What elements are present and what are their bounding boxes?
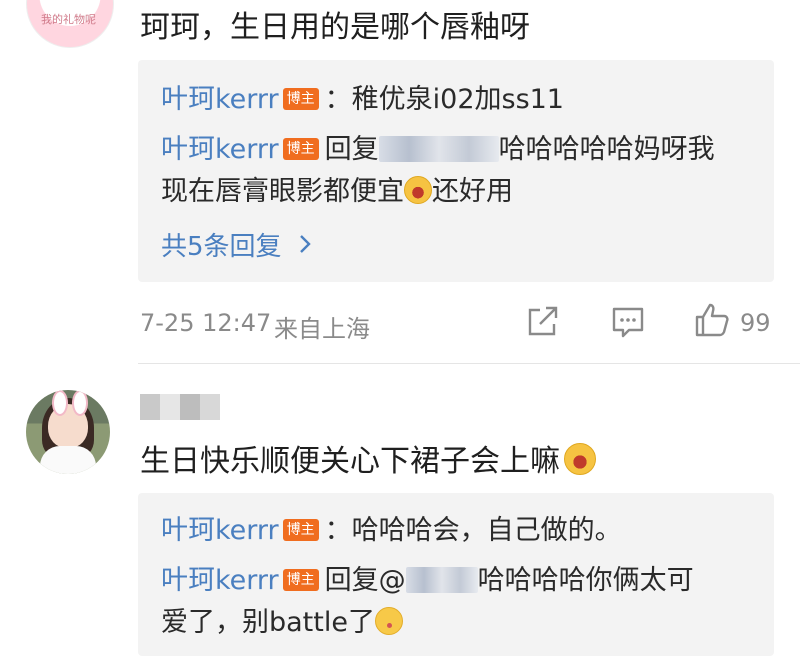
blurred-username xyxy=(405,567,478,593)
reply-box[interactable]: 叶珂kerrr 博主 ：哈哈哈会，自己做的。 叶珂kerrr 博主 回复@ 哈哈哈哈你俩太… xyxy=(138,493,774,656)
comment-time: 7-25 12:47 xyxy=(140,309,272,337)
chevron-right-icon xyxy=(298,232,312,262)
grin-emoji-icon xyxy=(404,176,432,204)
more-replies-label: 共5条回复 xyxy=(161,232,282,262)
reply-text: 哈哈哈哈你俩太可 xyxy=(477,565,694,596)
comment-icon[interactable] xyxy=(611,306,645,342)
reply-box[interactable]: 叶珂kerrr 博主 ：稚优泉i02加ss11 叶珂kerrr 博主 回复 哈哈哈哈哈妈呀… xyxy=(138,60,774,282)
reply-text: 现在唇膏眼影都便宜 xyxy=(161,176,404,207)
reply-line: 叶珂kerrr 博主 ：稚优泉i02加ss11 xyxy=(161,82,564,118)
author-badge: 博主 xyxy=(282,519,319,541)
comment-text: 珂珂，生日用的是哪个唇釉呀 xyxy=(140,10,530,45)
author-badge: 博主 xyxy=(282,569,319,591)
comment-text: 生日快乐顺便关心下裙子会上嘛 xyxy=(140,436,596,480)
blurred-nickname[interactable] xyxy=(140,394,220,420)
reply-line: 叶珂kerrr 博主 回复@ 哈哈哈哈你俩太可 xyxy=(161,563,694,599)
more-replies-link[interactable]: 共5条回复 xyxy=(161,226,312,263)
reply-line: 现在唇膏眼影都便宜 还好用 xyxy=(161,174,513,210)
laugh-emoji-icon xyxy=(564,443,596,475)
reply-username[interactable]: 叶珂kerrr xyxy=(161,565,279,596)
share-icon[interactable] xyxy=(526,306,560,342)
like-count: 99 xyxy=(740,309,771,337)
comment-body: 生日快乐顺便关心下裙子会上嘛 xyxy=(140,444,560,479)
reply-prefix: 回复 xyxy=(324,134,379,165)
avatar[interactable]: 我的礼物呢 xyxy=(26,0,114,48)
reply-username[interactable]: 叶珂kerrr xyxy=(161,134,279,165)
reply-text: 哈哈哈哈哈妈呀我 xyxy=(498,134,715,165)
avatar[interactable] xyxy=(26,390,110,474)
reply-text: ：哈哈哈会，自己做的。 xyxy=(324,515,622,546)
author-badge: 博主 xyxy=(282,88,319,110)
reply-line: 叶珂kerrr 博主 回复 哈哈哈哈哈妈呀我 xyxy=(161,132,715,168)
reply-username[interactable]: 叶珂kerrr xyxy=(161,84,279,115)
kiss-emoji-icon xyxy=(374,607,403,635)
reply-prefix: 回复@ xyxy=(324,565,406,596)
comment-location: 来自上海 xyxy=(274,315,370,343)
reply-line: 爱了，别battle了 xyxy=(161,605,403,641)
reply-text: 还好用 xyxy=(432,176,513,207)
like-icon[interactable] xyxy=(694,302,730,342)
avatar-caption: 我的礼物呢 xyxy=(41,13,96,26)
reply-line: 叶珂kerrr 博主 ：哈哈哈会，自己做的。 xyxy=(161,513,622,549)
divider xyxy=(138,363,800,364)
author-badge: 博主 xyxy=(282,138,319,160)
blurred-username xyxy=(378,136,499,162)
reply-text: 爱了，别battle了 xyxy=(161,607,375,638)
reply-text: ：稚优泉i02加ss11 xyxy=(324,84,564,115)
reply-username[interactable]: 叶珂kerrr xyxy=(161,515,279,546)
